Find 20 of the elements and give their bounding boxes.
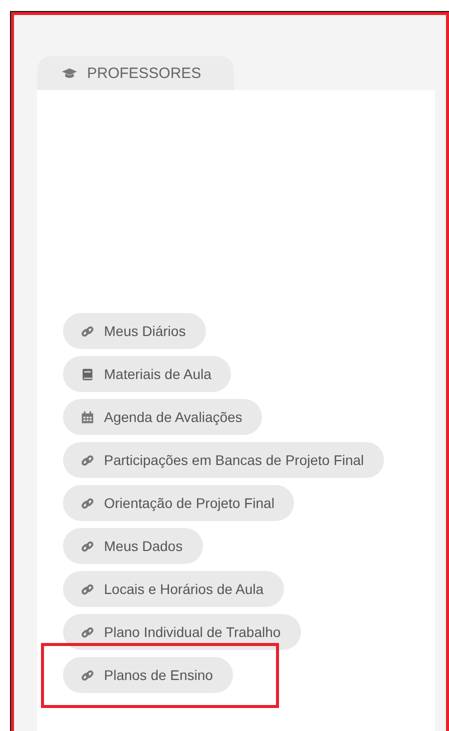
menu-link[interactable]: Meus Diários [63,313,206,349]
menu-link[interactable]: Plano Individual de Trabalho [63,614,301,650]
menu-link[interactable]: Locais e Horários de Aula [63,571,284,607]
link-icon [81,325,94,338]
graduation-cap-icon [62,68,77,78]
calendar-icon [81,411,94,424]
link-icon [81,540,94,553]
link-icon [81,583,94,596]
link-icon [81,454,94,467]
professors-tab[interactable]: PROFESSORES [37,56,234,90]
menu-link[interactable]: Materiais de Aula [63,356,232,392]
link-icon [81,669,94,682]
menu-link[interactable]: Orientação de Projeto Final [63,485,294,521]
link-icon [81,626,94,639]
link-icon [81,497,94,510]
menu-link[interactable]: Agenda de Avaliações [63,399,262,435]
menu-link[interactable]: Meus Dados [63,528,203,564]
menu-link[interactable]: Participações em Bancas de Projeto Final [63,442,384,478]
menu-link[interactable]: Planos de Ensino [63,657,233,693]
book-icon [81,368,94,381]
